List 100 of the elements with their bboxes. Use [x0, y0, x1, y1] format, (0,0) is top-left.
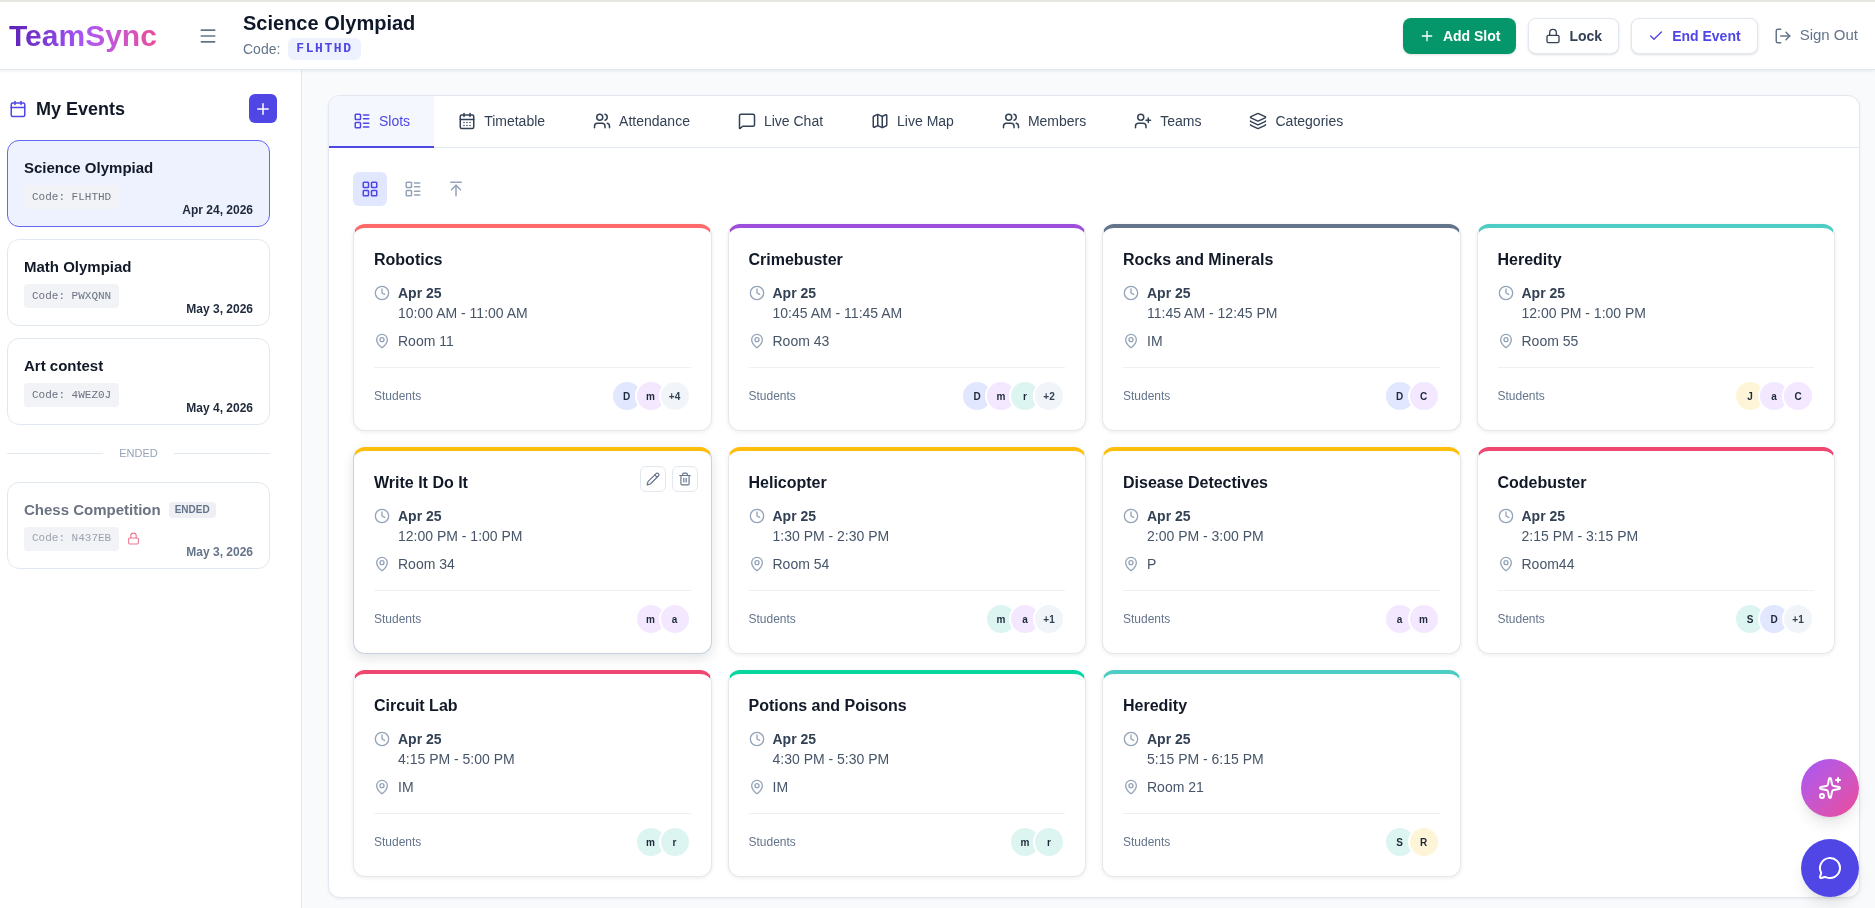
- slot-card[interactable]: Heredity Apr 25 12:00 PM - 1:00 PM Room 55 Students J a C: [1476, 224, 1835, 431]
- clock-icon: [1497, 508, 1514, 524]
- tab[interactable]: Live Chat: [713, 96, 848, 148]
- event-name: Science Olympiad: [24, 158, 154, 178]
- clock-icon: [1497, 285, 1514, 301]
- list-icon: [404, 180, 422, 198]
- event-date: Apr 24, 2026: [182, 202, 253, 219]
- slot-date: Apr 25: [772, 730, 818, 749]
- edit-button[interactable]: [639, 466, 666, 492]
- slot-time: 1:30 PM - 2:30 PM: [772, 527, 890, 546]
- code-badge: Code: FLHTHD: [24, 185, 120, 209]
- slot-card[interactable]: Heredity Apr 25 5:15 PM - 6:15 PM Room 21 Students S R: [1102, 670, 1461, 877]
- event-card[interactable]: Science Olympiad Code: FLHTHD Apr 24, 2026: [7, 140, 270, 227]
- clock-icon: [748, 285, 765, 301]
- calendar-icon: [458, 112, 477, 130]
- add-person-icon: [1134, 112, 1153, 130]
- sidebar-title: My Events: [36, 97, 126, 121]
- location-pin-icon: [748, 779, 765, 795]
- delete-button[interactable]: [671, 466, 698, 492]
- event-code-badge: FLHTHD: [288, 38, 361, 60]
- clock-icon: [1123, 731, 1139, 747]
- slot-title: Potions and Poisons: [748, 696, 907, 716]
- slot-card[interactable]: Circuit Lab Apr 25 4:15 PM - 5:00 PM IM Students m r: [353, 670, 712, 877]
- code-label: Code:: [243, 40, 281, 59]
- location-pin-icon: [374, 333, 390, 349]
- slot-location: IM: [772, 778, 789, 797]
- event-date: May 4, 2026: [186, 400, 253, 417]
- tab[interactable]: Categories: [1225, 96, 1368, 148]
- add-event-button[interactable]: [249, 94, 277, 123]
- trash-icon: [677, 472, 692, 486]
- slot-card[interactable]: Helicopter Apr 25 1:30 PM - 2:30 PM Room 54 Students m a +1: [727, 447, 1086, 654]
- slot-location: Room 11: [398, 332, 454, 351]
- slot-date: Apr 25: [398, 730, 443, 749]
- tab[interactable]: Teams: [1110, 96, 1226, 148]
- slot-date: Apr 25: [772, 507, 818, 526]
- event-card[interactable]: Art contest Code: 4WEZ0J May 4, 2026: [7, 338, 270, 425]
- avatar: r: [1033, 826, 1065, 858]
- more-count: +2: [1033, 380, 1065, 412]
- end-event-button[interactable]: End Event: [1631, 17, 1758, 54]
- tab[interactable]: Members: [977, 96, 1111, 148]
- slot-location: Room44: [1521, 555, 1575, 574]
- slot-time: 2:00 PM - 3:00 PM: [1147, 527, 1264, 546]
- slot-date: Apr 25: [1147, 507, 1192, 526]
- slot-location: IM: [398, 778, 414, 797]
- slot-title: Rocks and Minerals: [1123, 250, 1274, 270]
- slot-card[interactable]: Robotics Apr 25 10:00 AM - 11:00 AM Room 11 Students D m +4: [353, 224, 712, 431]
- clock-icon: [1123, 285, 1139, 301]
- more-count: +1: [1033, 603, 1065, 635]
- slot-card[interactable]: Disease Detectives Apr 25 2:00 PM - 3:00 PM P Students a m: [1102, 447, 1461, 654]
- clock-icon: [748, 508, 765, 524]
- location-pin-icon: [374, 779, 390, 795]
- slot-title: Disease Detectives: [1123, 473, 1268, 493]
- add-slot-button[interactable]: Add Slot: [1402, 17, 1517, 54]
- members-label: Students: [1123, 611, 1171, 627]
- slot-title: Codebuster: [1497, 473, 1587, 493]
- members-label: Students: [374, 388, 422, 404]
- slot-location: Room 55: [1521, 332, 1579, 351]
- sign-out-button[interactable]: Sign Out: [1769, 17, 1862, 54]
- avatar: C: [1407, 380, 1440, 412]
- code-badge: Code: PWXQNN: [24, 284, 120, 308]
- slot-date: Apr 25: [772, 284, 818, 303]
- layers-icon: [1249, 112, 1268, 130]
- avatar: r: [658, 826, 691, 858]
- clock-icon: [1123, 508, 1139, 524]
- event-card[interactable]: Math Olympiad Code: PWXQNN May 3, 2026: [7, 239, 270, 326]
- event-name: Math Olympiad: [24, 257, 132, 277]
- event-title: Science Olympiad: [243, 11, 416, 35]
- slot-location: IM: [1147, 332, 1163, 351]
- members-label: Students: [1497, 611, 1545, 627]
- slot-card[interactable]: Potions and Poisons Apr 25 4:30 PM - 5:30 PM IM Students m r: [727, 670, 1086, 877]
- members-label: Students: [1123, 834, 1171, 850]
- location-pin-icon: [374, 556, 390, 572]
- event-card[interactable]: Chess Competition ENDED Code: N437EB May 3, 2026: [7, 481, 270, 569]
- avatar: m: [1407, 603, 1440, 635]
- chat-icon: [1818, 856, 1842, 880]
- tab[interactable]: Attendance: [569, 96, 714, 148]
- slot-card[interactable]: Rocks and Minerals Apr 25 11:45 AM - 12:45 PM IM Students D C: [1102, 224, 1461, 431]
- slot-location: Room 34: [398, 555, 455, 574]
- location-pin-icon: [1123, 779, 1139, 795]
- slot-card[interactable]: Write It Do It Apr 25 12:00 PM - 1:00 PM Room 34 Students m a: [353, 447, 712, 654]
- slot-date: Apr 25: [1147, 284, 1192, 303]
- slot-card[interactable]: Codebuster Apr 25 2:15 PM - 3:15 PM Room44 Students S D +1: [1476, 447, 1835, 654]
- more-count: +4: [658, 380, 691, 412]
- slot-title: Heredity: [1123, 696, 1188, 716]
- slot-time: 12:00 PM - 1:00 PM: [398, 527, 523, 546]
- slot-date: Apr 25: [1521, 284, 1567, 303]
- avatar: C: [1782, 380, 1814, 412]
- lock-button[interactable]: Lock: [1528, 17, 1620, 54]
- slot-location: Room 21: [1147, 778, 1204, 797]
- slot-card[interactable]: Crimebuster Apr 25 10:45 AM - 11:45 AM Room 43 Students D m r +2: [727, 224, 1086, 431]
- view-toggle[interactable]: [353, 172, 387, 206]
- slot-time: 2:15 PM - 3:15 PM: [1521, 527, 1639, 546]
- slot-time: 10:45 AM - 11:45 AM: [772, 304, 903, 323]
- code-badge: Code: 4WEZ0J: [24, 383, 120, 407]
- tab[interactable]: Timetable: [434, 96, 570, 148]
- location-pin-icon: [1497, 333, 1514, 349]
- tab[interactable]: Live Map: [847, 96, 978, 148]
- members-label: Students: [374, 834, 422, 850]
- slot-date: Apr 25: [1147, 730, 1192, 749]
- tab[interactable]: Slots: [329, 96, 435, 148]
